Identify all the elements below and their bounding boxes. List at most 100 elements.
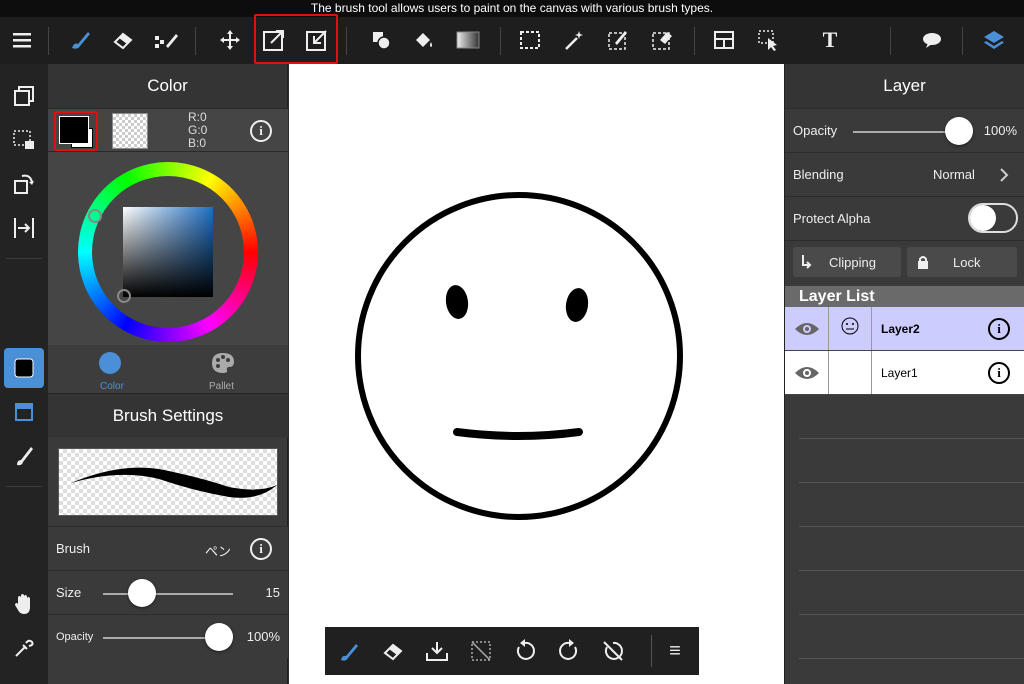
menu-button[interactable]	[4, 22, 40, 58]
visibility-toggle[interactable]	[785, 351, 829, 394]
eyedropper-button[interactable]	[4, 628, 44, 668]
layer-info-button[interactable]: i	[988, 362, 1010, 384]
tab-pallet[interactable]: Pallet	[168, 345, 288, 393]
bottom-eraser-button[interactable]	[375, 633, 411, 669]
bottom-save-button[interactable]	[419, 633, 455, 669]
shapes-tool-button[interactable]	[363, 22, 399, 58]
select-eraser-button[interactable]	[644, 22, 680, 58]
brush-icon	[17, 447, 33, 466]
layer-list-title: Layer List	[785, 286, 1024, 307]
speech-bubble-icon	[923, 33, 941, 48]
primary-color-highlight[interactable]	[54, 111, 98, 151]
gradient-icon	[456, 31, 480, 49]
duplicate-button[interactable]	[4, 76, 44, 116]
select-pen-button[interactable]	[600, 22, 636, 58]
brush-tool-button[interactable]	[62, 22, 98, 58]
brush-panel-button[interactable]	[4, 436, 44, 476]
rgb-b: B:0	[188, 136, 207, 150]
blur-tool-button[interactable]	[148, 22, 184, 58]
select-arrow-button[interactable]	[750, 22, 786, 58]
secondary-color-swatch[interactable]	[112, 113, 148, 149]
brush-icon	[72, 32, 90, 49]
lock-button[interactable]: Lock	[907, 247, 1017, 277]
undo-button[interactable]	[507, 633, 543, 669]
brush-opacity-handle[interactable]	[205, 623, 233, 651]
bottom-brush-button[interactable]	[331, 633, 367, 669]
rotate-reset-button[interactable]	[595, 633, 631, 669]
select-rect-button[interactable]	[512, 22, 548, 58]
primary-color-button[interactable]	[4, 348, 44, 388]
size-row: Size 15	[48, 570, 288, 614]
lock-label: Lock	[953, 255, 981, 270]
flip-button[interactable]	[4, 208, 44, 248]
shapes-icon	[373, 32, 391, 50]
blending-label: Blending	[793, 167, 844, 182]
eraser-tool-button[interactable]	[105, 22, 141, 58]
select-pen-icon	[608, 31, 627, 50]
size-slider-handle[interactable]	[128, 579, 156, 607]
drawing-canvas[interactable]	[289, 64, 784, 684]
layer-name: Layer2	[881, 322, 920, 336]
layer-row-layer1[interactable]: Layer1 i	[785, 351, 1024, 395]
flip-icon	[14, 218, 34, 238]
visibility-toggle[interactable]	[785, 307, 829, 350]
color-info-button[interactable]: i	[250, 120, 272, 142]
tab-pallet-label: Pallet	[209, 381, 235, 392]
layer-info-button[interactable]: i	[988, 318, 1010, 340]
transform-select-icon	[13, 130, 34, 149]
hand-tool-button[interactable]	[4, 584, 44, 624]
clipping-label: Clipping	[829, 255, 876, 270]
eye-icon	[794, 366, 819, 379]
color-wheel-area	[48, 152, 288, 345]
color-info-row: R:0 G:0 B:0 i	[48, 108, 288, 152]
move-tool-button[interactable]	[212, 22, 248, 58]
size-value: 15	[265, 585, 280, 600]
menu-icon	[13, 33, 31, 48]
palette-icon	[212, 353, 234, 373]
hue-handle[interactable]	[88, 209, 102, 223]
eraser-icon	[383, 643, 403, 661]
protect-alpha-toggle[interactable]	[968, 203, 1018, 233]
layer-row-layer2[interactable]: Layer2 i	[785, 307, 1024, 351]
eraser-icon	[113, 32, 133, 50]
bottom-menu-button[interactable]: ≡	[657, 633, 693, 669]
layout-tool-button[interactable]	[706, 22, 742, 58]
chevron-right-icon	[1000, 168, 1009, 182]
layer-opacity-handle[interactable]	[945, 117, 973, 145]
smiley-drawing	[355, 192, 683, 520]
fill-icon	[416, 33, 432, 47]
tab-color[interactable]: Color	[48, 345, 168, 393]
bottom-deselect-button[interactable]	[463, 633, 499, 669]
layout-icon	[714, 31, 734, 49]
tab-color-label: Color	[100, 381, 124, 392]
stroke-preview-graphic	[71, 467, 277, 498]
select-rect-icon	[520, 31, 540, 49]
redo-button[interactable]	[551, 633, 587, 669]
layer-opacity-row: Opacity 100%	[785, 108, 1024, 152]
app-root: The brush tool allows users to paint on …	[0, 0, 1024, 684]
primary-color-swatch	[59, 116, 89, 144]
color-circle-icon	[99, 352, 121, 374]
text-tool-button[interactable]: T	[812, 22, 848, 58]
transform-select-button[interactable]	[4, 120, 44, 160]
brush-info-button[interactable]: i	[250, 538, 272, 560]
saturation-square[interactable]	[123, 207, 213, 297]
clipping-button[interactable]: Clipping	[793, 247, 901, 277]
brush-settings-title: Brush Settings	[48, 393, 288, 437]
size-slider-track[interactable]	[103, 593, 233, 595]
fill-tool-button[interactable]	[406, 22, 442, 58]
blending-row[interactable]: Blending Normal	[785, 152, 1024, 196]
speech-bubble-button[interactable]	[914, 22, 950, 58]
magic-wand-button[interactable]	[556, 22, 592, 58]
layers-button[interactable]	[976, 22, 1012, 58]
color-tabs: Color Pallet	[48, 345, 288, 393]
brush-opacity-label: Opacity	[56, 631, 94, 643]
select-eraser-icon	[652, 32, 672, 50]
blending-value: Normal	[933, 167, 975, 182]
sv-handle[interactable]	[117, 289, 131, 303]
color-panel-title: Color	[48, 64, 287, 108]
rotate-button[interactable]	[4, 164, 44, 204]
panel-toggle-button[interactable]	[4, 392, 44, 432]
gradient-tool-button[interactable]	[450, 22, 486, 58]
brush-type-row[interactable]: Brush ペン i	[48, 526, 288, 570]
